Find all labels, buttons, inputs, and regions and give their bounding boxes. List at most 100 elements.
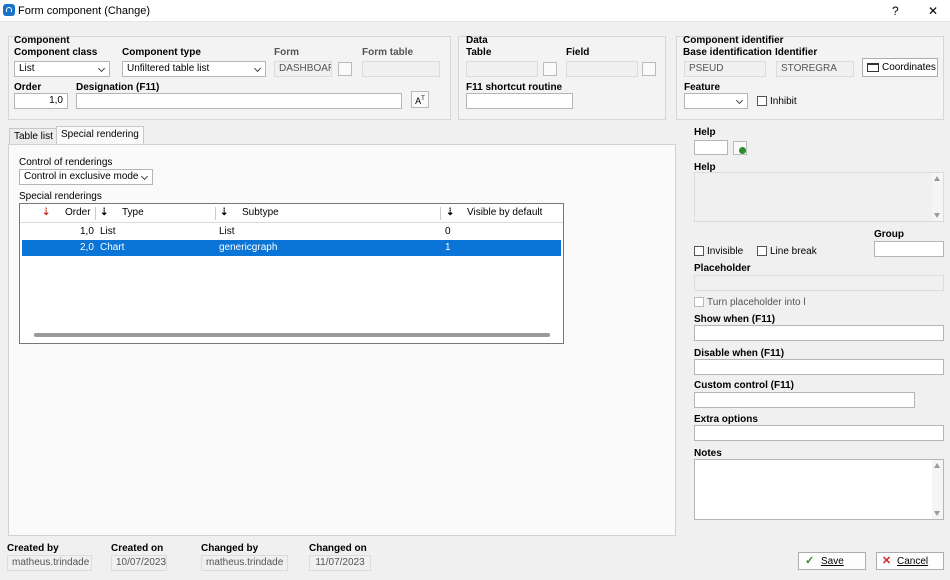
sort-icon[interactable]: ⇣ bbox=[446, 204, 454, 222]
app-icon bbox=[3, 4, 15, 16]
order-field[interactable]: 1,0 bbox=[14, 93, 68, 109]
cell-subtype: List bbox=[219, 226, 235, 237]
created-on-label: Created on bbox=[111, 543, 164, 554]
identifier-group-label: Component identifier bbox=[683, 35, 784, 46]
created-on-field: 10/07/2023 bbox=[111, 555, 167, 571]
notes-area[interactable] bbox=[694, 459, 944, 520]
add-help-icon[interactable] bbox=[733, 141, 747, 155]
identifier-label: Identifier bbox=[775, 47, 818, 58]
scroll-up-icon[interactable] bbox=[934, 463, 940, 468]
help-text-scrollbar[interactable] bbox=[932, 173, 943, 221]
form-lookup-icon[interactable] bbox=[338, 62, 352, 76]
custom-control-label: Custom control (F11) bbox=[694, 380, 795, 391]
control-renderings-select[interactable]: Control in exclusive mode bbox=[19, 169, 153, 185]
col-type[interactable]: Type bbox=[122, 204, 144, 222]
form-field: DASHBOAR bbox=[274, 61, 332, 77]
form-label: Form bbox=[274, 47, 299, 58]
component-type-label: Component type bbox=[122, 47, 201, 58]
custom-control-field[interactable] bbox=[694, 392, 915, 408]
field-label: Field bbox=[566, 47, 590, 58]
f11-shortcut-field[interactable] bbox=[466, 93, 573, 109]
line-break-checkbox[interactable] bbox=[757, 246, 767, 256]
help-text-area[interactable] bbox=[694, 172, 944, 222]
changed-on-label: Changed on bbox=[309, 543, 367, 554]
table-row[interactable]: 2,0 Chart genericgraph 1 bbox=[22, 240, 561, 256]
window-icon bbox=[867, 63, 879, 72]
control-renderings-label: Control of renderings bbox=[19, 157, 113, 168]
show-when-field[interactable] bbox=[694, 325, 944, 341]
group-field[interactable] bbox=[874, 241, 944, 257]
changed-by-label: Changed by bbox=[201, 543, 259, 554]
horizontal-scrollbar[interactable] bbox=[34, 333, 550, 337]
col-divider bbox=[95, 207, 96, 220]
feature-select[interactable] bbox=[684, 93, 748, 109]
turn-placeholder-label: Turn placeholder into l bbox=[707, 297, 806, 308]
scroll-down-icon[interactable] bbox=[934, 511, 940, 516]
help-label: Help bbox=[694, 127, 716, 138]
designation-field[interactable] bbox=[76, 93, 402, 109]
disable-when-field[interactable] bbox=[694, 359, 944, 375]
inhibit-label: Inhibit bbox=[770, 96, 797, 107]
component-class-label: Component class bbox=[14, 47, 98, 58]
cell-type: List bbox=[100, 226, 116, 237]
component-type-select[interactable]: Unfiltered table list bbox=[122, 61, 266, 77]
placeholder-label: Placeholder bbox=[694, 263, 751, 274]
field-field bbox=[566, 61, 638, 77]
disable-when-label: Disable when (F11) bbox=[694, 348, 785, 359]
close-icon[interactable]: ✕ bbox=[928, 4, 938, 18]
table-label: Table bbox=[466, 47, 492, 58]
coordinates-button-label: Coordinates bbox=[882, 62, 936, 73]
show-when-label: Show when (F11) bbox=[694, 314, 776, 325]
cell-type: Chart bbox=[100, 242, 125, 253]
save-button-label: Save bbox=[821, 556, 844, 567]
turn-placeholder-checkbox[interactable] bbox=[694, 297, 704, 307]
table-row[interactable]: 1,0 List List 0 bbox=[22, 224, 561, 240]
cancel-button-label: Cancel bbox=[897, 556, 929, 567]
invisible-checkbox[interactable] bbox=[694, 246, 704, 256]
sort-icon[interactable]: ⇣ bbox=[220, 204, 228, 222]
help-icon[interactable]: ? bbox=[892, 4, 899, 18]
help-field[interactable] bbox=[694, 140, 728, 155]
invisible-label: Invisible bbox=[707, 246, 744, 257]
notes-label: Notes bbox=[694, 448, 722, 459]
inhibit-checkbox[interactable] bbox=[757, 96, 767, 106]
save-button[interactable]: ✓ Save bbox=[798, 552, 866, 570]
col-visible-default[interactable]: Visible by default bbox=[467, 204, 542, 222]
feature-label: Feature bbox=[684, 82, 721, 93]
identifier-field: STOREGRA bbox=[776, 61, 854, 77]
col-order[interactable]: Order bbox=[65, 204, 91, 222]
col-subtype[interactable]: Subtype bbox=[242, 204, 279, 222]
extra-options-field[interactable] bbox=[694, 425, 944, 441]
window-title: Form component (Change) bbox=[18, 5, 151, 17]
extra-options-label: Extra options bbox=[694, 414, 758, 425]
group-label: Group bbox=[874, 229, 904, 240]
cell-subtype: genericgraph bbox=[219, 242, 278, 253]
tab-special-rendering[interactable]: Special rendering bbox=[56, 126, 144, 145]
component-class-select[interactable]: List bbox=[14, 61, 110, 77]
sort-icon[interactable]: ⇣ bbox=[42, 204, 50, 222]
table-lookup-icon[interactable] bbox=[543, 62, 557, 76]
field-lookup-icon[interactable] bbox=[642, 62, 656, 76]
data-group-label: Data bbox=[466, 35, 488, 46]
cancel-x-icon: ✕ bbox=[882, 555, 892, 567]
created-by-label: Created by bbox=[7, 543, 59, 554]
table-field bbox=[466, 61, 538, 77]
sort-icon[interactable]: ⇣ bbox=[100, 204, 108, 222]
translate-icon[interactable]: AT bbox=[411, 91, 429, 108]
tab-table-list[interactable]: Table list bbox=[9, 128, 58, 145]
changed-by-field: matheus.trindade bbox=[201, 555, 288, 571]
scroll-down-icon[interactable] bbox=[934, 213, 940, 218]
created-by-field: matheus.trindade bbox=[7, 555, 92, 571]
base-identification-field: PSEUD bbox=[684, 61, 766, 77]
line-break-label: Line break bbox=[770, 246, 817, 257]
checkmark-icon: ✓ bbox=[805, 555, 815, 567]
col-divider bbox=[215, 207, 216, 220]
coordinates-button[interactable]: Coordinates bbox=[862, 58, 938, 77]
grid-header: ⇣ Order ⇣ Type ⇣ Subtype ⇣ Visible by de… bbox=[20, 204, 563, 223]
cell-order: 2,0 bbox=[80, 242, 94, 253]
special-renderings-label: Special renderings bbox=[19, 191, 102, 202]
cancel-button[interactable]: ✕ Cancel bbox=[876, 552, 944, 570]
form-table-label: Form table bbox=[362, 47, 414, 58]
notes-scrollbar[interactable] bbox=[932, 460, 943, 519]
scroll-up-icon[interactable] bbox=[934, 176, 940, 181]
